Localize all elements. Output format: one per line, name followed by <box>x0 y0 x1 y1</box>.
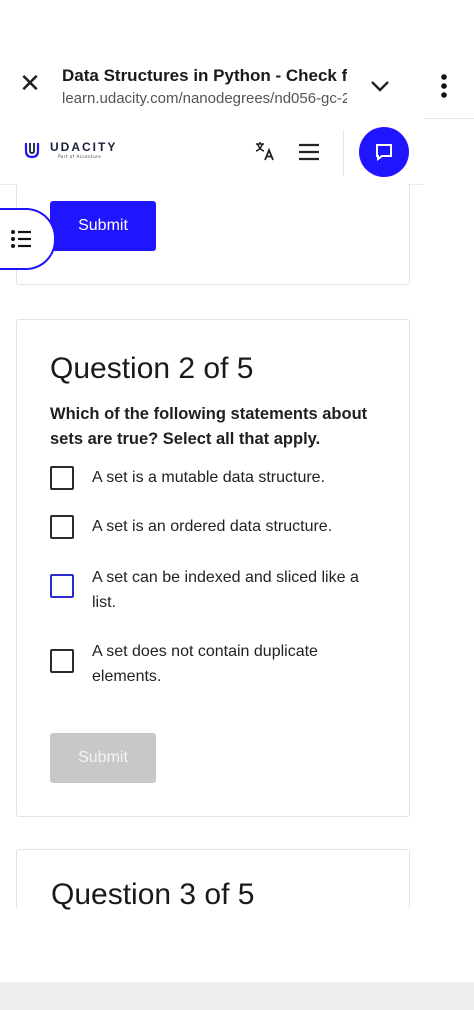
close-icon[interactable]: ✕ <box>16 69 44 99</box>
chevron-down-icon[interactable] <box>368 74 392 98</box>
udacity-logo-icon <box>24 143 40 159</box>
header-divider <box>343 130 344 176</box>
answer-option[interactable]: A set does not contain duplicate element… <box>50 639 380 689</box>
page-title: Data Structures in Python - Check f <box>62 66 347 85</box>
option-label: A set does not contain duplicate element… <box>92 643 318 685</box>
question-2-submit-button[interactable]: Submit <box>50 733 156 783</box>
option-label: A set is an ordered data structure. <box>92 518 333 535</box>
option-label: A set can be indexed and sliced like a l… <box>92 569 359 611</box>
question-text: Which of the following statements about … <box>50 405 368 448</box>
page-url[interactable]: learn.udacity.com/nanodegrees/nd056-gc-2 <box>62 90 347 107</box>
udacity-logo[interactable]: UDACITY Part of Accenture <box>22 140 117 160</box>
option-checkbox[interactable] <box>50 515 74 539</box>
option-checkbox[interactable] <box>50 574 74 598</box>
more-options-icon[interactable] <box>432 72 456 100</box>
chat-button[interactable] <box>359 127 409 177</box>
system-navigation-bar <box>0 982 474 1010</box>
question-1-submit-button[interactable]: Submit <box>50 201 156 251</box>
browser-toolbar: ✕ Data Structures in Python - Check f le… <box>0 48 474 119</box>
table-of-contents-toggle[interactable] <box>0 208 56 270</box>
chat-icon <box>376 144 392 161</box>
question-heading: Question 2 of 5 <box>50 352 254 385</box>
question-3-heading: Question 3 of 5 <box>51 878 255 910</box>
answer-option[interactable]: A set is a mutable data structure. <box>50 465 380 490</box>
logo-wordmark: UDACITY <box>50 140 118 154</box>
answer-option[interactable]: A set can be indexed and sliced like a l… <box>50 565 380 615</box>
list-icon <box>11 230 31 248</box>
menu-icon[interactable] <box>298 142 320 162</box>
question-3-card: Question 3 of 5 <box>16 849 410 910</box>
option-label: A set is a mutable data structure. <box>92 469 326 486</box>
option-checkbox[interactable] <box>50 649 74 673</box>
translate-icon[interactable] <box>254 140 276 162</box>
answer-option[interactable]: A set is an ordered data structure. <box>50 514 380 539</box>
logo-tagline: Part of Accenture <box>58 154 102 159</box>
option-checkbox[interactable] <box>50 466 74 490</box>
